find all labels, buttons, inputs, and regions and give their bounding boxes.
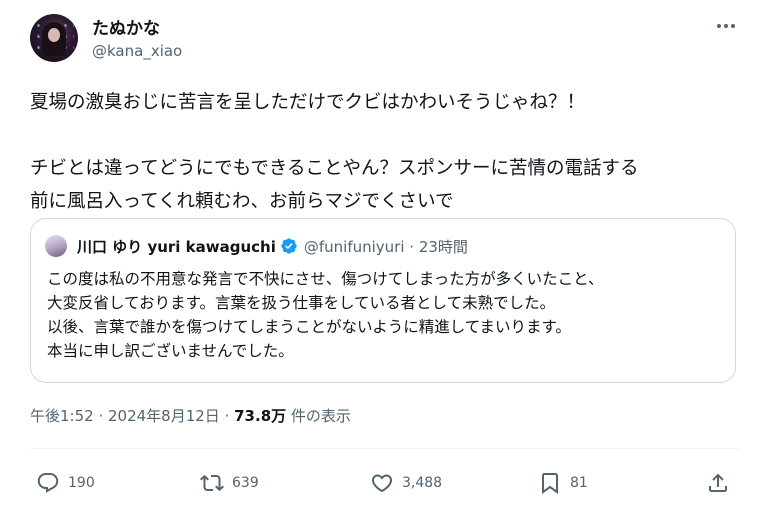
quoted-line: この度は私の不用意な発言で不快にさせ、傷つけてしまった方が多くいたこと、	[47, 270, 604, 288]
bookmark-button[interactable]: 81	[538, 468, 588, 498]
quoted-tweet[interactable]: 川口 ゆり yuri kawaguchi @funifuniyuri · 23時…	[30, 218, 736, 383]
timestamp[interactable]: 午後1:52 · 2024年8月12日 ·	[30, 407, 229, 425]
quoted-line: 本当に申し訳ございませんでした。	[47, 342, 294, 360]
quoted-line: 以後、言葉で誰かを傷つけてしまうことがないように精進してまいります。	[47, 318, 571, 336]
like-count: 3,488	[402, 475, 443, 491]
retweet-icon	[200, 474, 224, 492]
tweet-meta: 午後1:52 · 2024年8月12日 · 73.8万 件の表示	[30, 405, 351, 426]
tweet-line: 夏場の激臭おじに苦言を呈しただけでクビはかわいそうじゃね？！	[30, 92, 586, 113]
quoted-author-name[interactable]: 川口 ゆり yuri kawaguchi	[77, 236, 276, 257]
retweet-button[interactable]: 639	[200, 468, 259, 498]
tweet-line: チビとは違ってどうにでもできることやん？スポンサーに苦情の電話する	[30, 158, 639, 179]
verified-icon	[281, 238, 297, 254]
author-handle[interactable]: @kana_xiao	[92, 42, 182, 60]
reply-button[interactable]: 190	[36, 468, 95, 498]
like-button[interactable]: 3,488	[370, 468, 442, 498]
bookmark-icon	[542, 473, 558, 494]
like-icon	[371, 474, 393, 493]
quoted-handle-time[interactable]: @funifuniyuri · 23時間	[304, 236, 468, 257]
view-label: 件の表示	[290, 407, 351, 425]
quoted-avatar[interactable]	[45, 235, 67, 257]
tweet-line: 前に風呂入ってくれ頼むわ、お前らマジでくさいで	[30, 191, 454, 212]
quoted-line: 大変反省しております。言葉を扱う仕事をしている者として未熟でした。	[47, 294, 556, 312]
reply-icon	[37, 473, 59, 493]
tweet-text: 夏場の激臭おじに苦言を呈しただけでクビはかわいそうじゃね？！ チビとは違ってどう…	[30, 86, 740, 218]
divider	[30, 448, 740, 449]
action-bar: 190 639 3,488 81	[30, 468, 740, 498]
view-count: 73.8万	[234, 407, 287, 425]
reply-count: 190	[68, 475, 95, 491]
quoted-text: この度は私の不用意な発言で不快にさせ、傷つけてしまった方が多くいたこと、 大変反…	[47, 267, 727, 363]
share-icon	[709, 473, 727, 492]
share-button[interactable]	[706, 468, 730, 498]
quoted-header: 川口 ゆり yuri kawaguchi @funifuniyuri · 23時…	[77, 235, 468, 257]
avatar-face	[48, 28, 60, 42]
bookmark-count: 81	[570, 475, 588, 491]
more-icon[interactable]	[712, 14, 740, 38]
author-name[interactable]: たぬかな	[92, 14, 160, 39]
author-avatar[interactable]	[30, 14, 78, 62]
retweet-count: 639	[232, 475, 259, 491]
